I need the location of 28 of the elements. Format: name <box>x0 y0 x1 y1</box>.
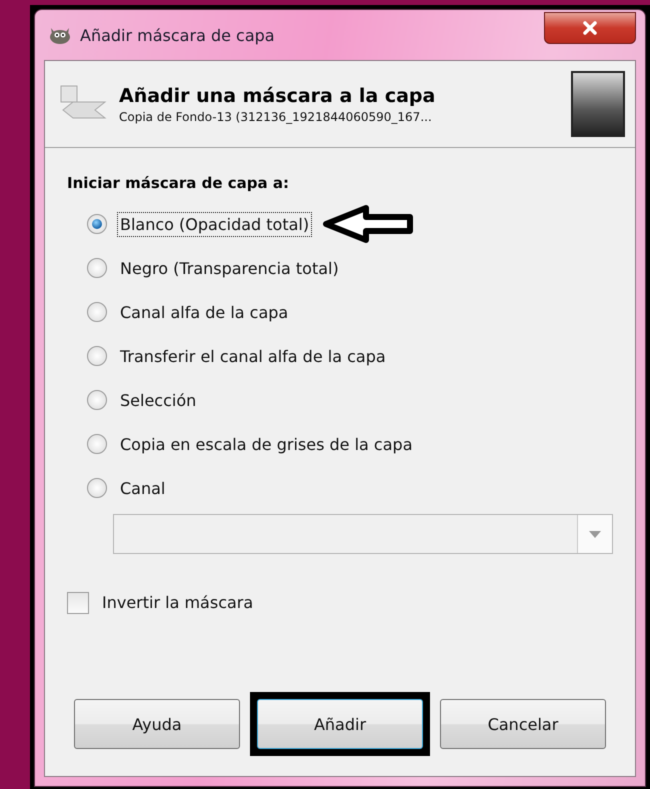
option-label[interactable]: Selección <box>117 388 200 412</box>
option-label[interactable]: Canal alfa de la capa <box>117 300 292 324</box>
option-label[interactable]: Negro (Transparencia total) <box>117 256 342 280</box>
dialog-button[interactable]: Añadir <box>257 699 423 749</box>
radio-button[interactable] <box>87 434 107 454</box>
channel-dropdown[interactable] <box>113 514 613 554</box>
radio-button[interactable] <box>87 214 107 234</box>
header-title: Añadir una máscara a la capa <box>119 84 436 106</box>
radio-button[interactable] <box>87 258 107 278</box>
window-title: Añadir máscara de capa <box>80 26 276 44</box>
option-label[interactable]: Copia en escala de grises de la capa <box>117 432 416 456</box>
radio-button[interactable] <box>87 346 107 366</box>
radio-button[interactable] <box>87 478 107 498</box>
close-button[interactable] <box>544 12 636 44</box>
dropdown-caret-icon <box>589 530 601 538</box>
checkbox[interactable] <box>67 592 89 614</box>
dialog-button[interactable]: Ayuda <box>74 699 240 749</box>
close-icon <box>582 21 598 35</box>
option-label[interactable]: Canal <box>117 476 168 500</box>
layer-name: Copia de Fondo-13 (312136_1921844060590_167... <box>119 110 433 124</box>
radio-button[interactable] <box>87 302 107 322</box>
photo-placeholder <box>571 71 625 137</box>
dialog-button[interactable]: Cancelar <box>440 699 606 749</box>
checkbox-label[interactable]: Invertir la máscara <box>99 590 256 615</box>
option-label[interactable]: Transferir el canal alfa de la capa <box>117 344 389 368</box>
radio-button[interactable] <box>87 390 107 410</box>
section-label: Iniciar máscara de capa a: <box>67 174 290 192</box>
option-label[interactable]: Blanco (Opacidad total) <box>117 212 312 236</box>
